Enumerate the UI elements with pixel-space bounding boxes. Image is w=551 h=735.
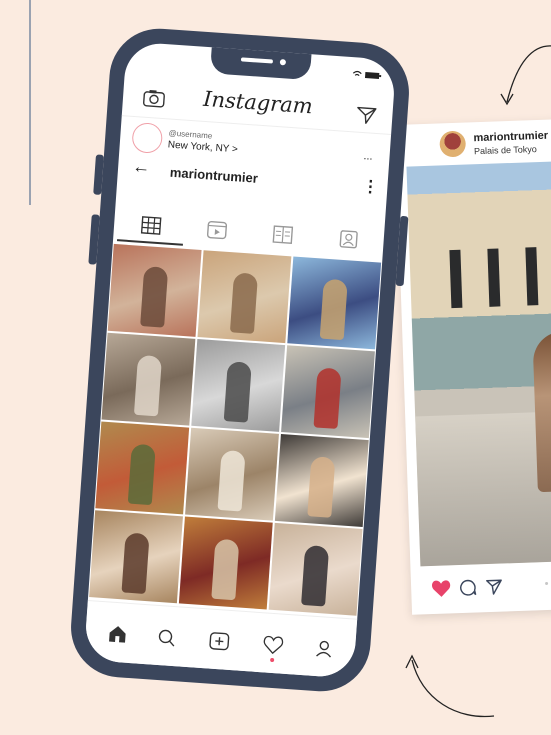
curved-arrow-icon (500, 45, 551, 106)
phone-side-button (88, 214, 100, 265)
story-location[interactable]: New York, NY > (167, 139, 238, 155)
tab-reels[interactable] (183, 211, 251, 252)
grid-photo-subject (217, 449, 246, 512)
tab-tagged[interactable] (314, 220, 382, 261)
more-options-icon[interactable]: ... (363, 150, 373, 163)
grid-photo-subject (211, 538, 240, 601)
grid-photo-2[interactable] (197, 250, 292, 344)
avatar[interactable] (439, 130, 467, 158)
tab-guides[interactable] (249, 215, 317, 256)
story-location-text: New York, NY (167, 139, 230, 155)
grid-photo-subject (140, 266, 169, 328)
profile-username: mariontrumier (169, 164, 259, 186)
post-actions (421, 566, 551, 603)
divider (121, 115, 392, 135)
grid-photo-subject (127, 443, 156, 506)
grid-photo-5[interactable] (191, 338, 286, 432)
tagged-icon (339, 230, 358, 249)
grid-photo-4[interactable] (101, 332, 196, 426)
grid-photo-8[interactable] (185, 427, 279, 521)
carousel-dot (545, 581, 549, 586)
grid-photo-subject (229, 272, 259, 334)
post-header: mariontrumier Palais de Tokyo (395, 118, 551, 165)
grid-photo-7[interactable] (95, 421, 190, 515)
grid-photo-subject (319, 278, 348, 341)
curved-arrow-icon-bottom (405, 654, 495, 718)
status-icons (352, 70, 382, 80)
grid-photo-subject (121, 532, 150, 594)
decorative-line (29, 0, 31, 205)
grid-photo-subject (223, 361, 252, 423)
building-window (487, 248, 501, 307)
grid-photo-11[interactable] (178, 516, 273, 610)
grid-photo-subject (301, 545, 330, 607)
building-window (449, 249, 463, 309)
share-icon[interactable] (485, 578, 504, 597)
app-logo: Instagram (202, 86, 314, 119)
search-icon[interactable] (157, 628, 176, 647)
phone-notch (209, 45, 312, 81)
post-location[interactable]: Palais de Tokyo (474, 144, 537, 156)
stone-wall (415, 409, 551, 567)
reels-icon (206, 220, 228, 240)
post-card[interactable]: mariontrumier Palais de Tokyo (395, 118, 551, 615)
grid-photo-subject (133, 354, 163, 417)
front-camera (279, 59, 287, 66)
activity-dot (270, 657, 275, 663)
grid-photo-1[interactable] (107, 243, 202, 337)
story-username: @username (168, 128, 213, 141)
grid-photo-12[interactable] (268, 522, 363, 616)
grid-icon (140, 216, 162, 235)
post-photo[interactable] (406, 159, 551, 567)
chevron-right-icon: > (231, 143, 239, 156)
phone-screen: Instagram @username New York, NY > ... ←… (83, 41, 397, 679)
story-avatar[interactable] (131, 121, 164, 154)
grid-photo-9[interactable] (274, 434, 369, 527)
phone-mockup: Instagram @username New York, NY > ... ←… (67, 25, 413, 695)
profile-icon[interactable] (314, 639, 333, 658)
direct-message-icon[interactable] (356, 106, 377, 125)
heart-icon[interactable] (431, 579, 452, 598)
comment-icon[interactable] (459, 578, 478, 597)
photo-grid (88, 243, 382, 617)
guides-icon (272, 225, 294, 245)
grid-photo-3[interactable] (287, 256, 382, 350)
tab-grid[interactable] (116, 206, 185, 247)
camera-icon[interactable] (142, 89, 165, 108)
add-icon[interactable] (209, 632, 230, 651)
phone-side-button (93, 154, 104, 195)
speaker (240, 57, 274, 64)
grid-photo-6[interactable] (281, 345, 375, 439)
home-icon[interactable] (107, 624, 128, 643)
back-arrow-icon[interactable]: ← (132, 156, 151, 178)
profile-menu-icon[interactable]: ⋮ (362, 176, 379, 197)
grid-photo-subject (307, 456, 336, 518)
building-window (525, 247, 539, 306)
activity-icon[interactable] (263, 635, 284, 655)
grid-photo-subject (313, 367, 342, 429)
grid-photo-10[interactable] (89, 510, 183, 604)
post-username[interactable]: mariontrumier (473, 130, 548, 145)
